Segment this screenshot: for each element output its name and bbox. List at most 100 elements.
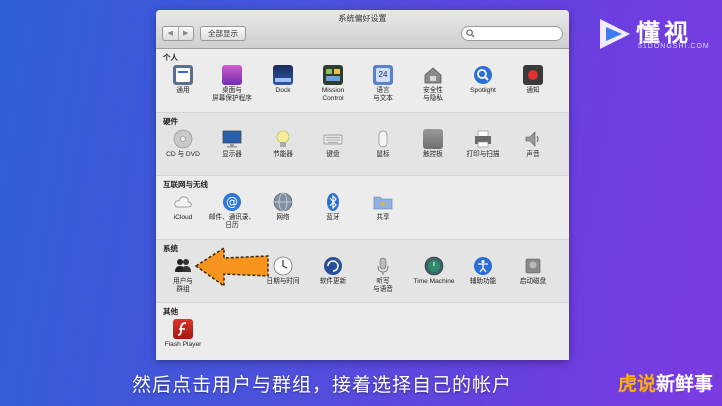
pref-sharing[interactable]: 共享 [358,192,408,222]
pref-label: 声音 [526,151,540,158]
pref-label: Flash Player [164,341,202,348]
section-personal: 个人 通用 桌面与 屏幕保护程序 Dock Mission Control 24… [156,49,569,113]
pref-label: 触控板 [423,151,443,158]
window-title: 系统偏好设置 [338,14,387,23]
trackpad-icon [423,129,443,149]
disk-icon [523,256,543,276]
microphone-icon [373,256,393,276]
house-lock-icon [423,65,443,85]
pref-displays[interactable]: 显示器 [207,129,257,159]
language-flag-icon: 24 [373,65,393,85]
globe-icon [273,192,293,212]
brand-part1: 虎说 [618,374,657,395]
section-label: 个人 [163,53,178,62]
pref-label: Dock [275,87,291,94]
desktop-icon [222,65,242,85]
section-other: 其他 Flash Player [156,303,569,360]
pref-language-text[interactable]: 24 语言 与文本 [358,65,408,103]
pref-startup-disk[interactable]: 启动磁盘 [508,256,558,286]
pref-energy-saver[interactable]: 节能器 [258,129,308,159]
mission-control-icon [323,65,343,85]
pref-dock[interactable]: Dock [258,65,308,95]
nav-buttons: ◀ ▶ [162,26,194,41]
pref-label: Mission Control [321,87,345,102]
keyboard-icon [323,129,343,149]
pref-mission-control[interactable]: Mission Control [308,65,358,103]
pref-dictation-speech[interactable]: 听写 与语音 [358,256,408,294]
pref-flash-player[interactable]: Flash Player [158,319,208,349]
brand-part2: 新鲜事 [656,374,714,395]
cloud-icon [173,192,193,212]
pref-cd-dvd[interactable]: CD 与 DVD [158,129,208,159]
pref-bluetooth[interactable]: 蓝牙 [308,192,358,222]
pref-label: 共享 [376,214,390,221]
pref-icloud[interactable]: iCloud [158,192,208,222]
pref-label: 启动磁盘 [519,278,547,285]
play-logo-icon [600,19,630,49]
pref-print-scan[interactable]: 打印与扫描 [458,129,508,159]
pref-time-machine[interactable]: Time Machine [408,256,460,286]
pref-label: 听写 与语音 [373,278,393,293]
pref-security-privacy[interactable]: 安全性 与隐私 [408,65,458,103]
pref-label: iCloud [173,214,193,221]
flash-icon [173,319,193,339]
show-all-button[interactable]: 全部显示 [200,26,246,41]
speaker-icon [523,129,543,149]
pref-label: 打印与扫描 [466,151,500,158]
pref-software-update[interactable]: 软件更新 [308,256,358,286]
printer-icon [473,129,493,149]
section-label: 其他 [163,307,178,316]
pref-label: 通知 [526,87,540,94]
pref-mouse[interactable]: 鼠标 [358,129,408,159]
pref-label: 邮件、通讯录、 日历 [208,214,256,229]
pref-desktop-screensaver[interactable]: 桌面与 屏幕保护程序 [207,65,257,103]
pref-label: 安全性 与隐私 [423,87,443,102]
pref-label: 蓝牙 [326,214,340,221]
pref-spotlight[interactable]: Spotlight [458,65,508,95]
search-input[interactable] [461,26,563,41]
titlebar: 系统偏好设置 ◀ ▶ 全部显示 [156,10,569,49]
pointer-arrow-icon [194,246,269,288]
time-machine-icon [424,256,444,276]
pref-label: 软件更新 [319,278,347,285]
at-sign-icon: @ [222,192,242,212]
pref-label: 键盘 [326,151,340,158]
pref-general[interactable]: 通用 [158,65,208,95]
system-preferences-window: 系统偏好设置 ◀ ▶ 全部显示 个人 通用 桌面与 屏幕保护程序 Dock Mi… [156,10,569,360]
pref-label: 网络 [276,214,290,221]
pref-trackpad[interactable]: 触控板 [408,129,458,159]
pref-label: 鼠标 [376,151,390,158]
pref-sound[interactable]: 声音 [508,129,558,159]
pref-notifications[interactable]: 通知 [508,65,558,95]
search-icon [466,29,475,38]
bulb-icon [273,129,293,149]
accessibility-icon [473,256,493,276]
pref-label: CD 与 DVD [166,151,200,158]
dock-icon [273,65,293,85]
pref-label: Spotlight [470,87,496,94]
section-label: 硬件 [163,117,178,126]
software-update-icon [323,256,343,276]
pref-label: 语言 与文本 [373,87,393,102]
forward-button[interactable]: ▶ [177,27,194,40]
display-icon [222,129,242,149]
pref-label: 通用 [176,87,190,94]
pref-label: 节能器 [273,151,293,158]
pref-accessibility[interactable]: 辅助功能 [458,256,508,286]
pref-network[interactable]: 网络 [258,192,308,222]
pref-label: 显示器 [222,151,242,158]
watermark-logo: 懂视 51DONGSHI.COM [596,13,716,55]
pref-keyboard[interactable]: 键盘 [308,129,358,159]
notifications-icon [523,65,543,85]
bluetooth-icon [323,192,343,212]
pref-mail-contacts-calendars[interactable]: @ 邮件、通讯录、 日历 [207,192,257,230]
spotlight-icon [473,65,493,85]
subtitle-caption: 然后点击用户与群组，接着选择自己的帐户 [132,374,513,396]
back-button[interactable]: ◀ [163,27,178,40]
section-label: 系统 [163,244,178,253]
section-label: 互联网与无线 [163,180,208,189]
brand-watermark: 虎说新鲜事 [618,369,718,399]
section-hardware: 硬件 CD 与 DVD 显示器 节能器 键盘 鼠标 触控板 打印与扫描 声音 [156,113,569,176]
pref-label: 桌面与 屏幕保护程序 [212,87,252,102]
disc-icon [173,129,193,149]
